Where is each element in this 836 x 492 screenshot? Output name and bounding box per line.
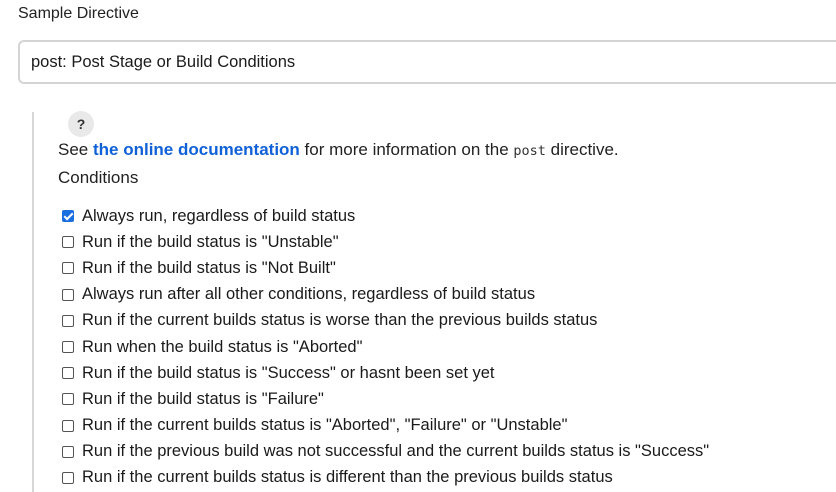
condition-checkbox[interactable] (62, 210, 74, 223)
info-prefix: See (58, 140, 93, 159)
condition-label[interactable]: Run if the current builds status is wors… (82, 311, 597, 330)
condition-label[interactable]: Run if the build status is "Success" or … (82, 364, 495, 383)
help-button[interactable]: ? (68, 111, 94, 137)
condition-checkbox[interactable] (62, 471, 74, 484)
condition-item[interactable]: Run if the previous build was not succes… (62, 439, 709, 465)
condition-checkbox[interactable] (62, 445, 74, 458)
condition-label[interactable]: Run if the build status is "Not Built" (82, 259, 336, 278)
condition-checkbox[interactable] (62, 341, 74, 354)
condition-label[interactable]: Run if the previous build was not succes… (82, 442, 709, 461)
condition-label[interactable]: Run if the build status is "Failure" (82, 390, 324, 409)
condition-checkbox[interactable] (62, 393, 74, 406)
condition-label[interactable]: Run if the current builds status is "Abo… (82, 416, 567, 435)
condition-item[interactable]: Run if the build status is "Unstable" (62, 229, 709, 255)
condition-checkbox[interactable] (62, 367, 74, 380)
directive-select-value: post: Post Stage or Build Conditions (31, 53, 296, 71)
condition-item[interactable]: Run when the build status is "Aborted" (62, 334, 709, 360)
condition-checkbox[interactable] (62, 314, 74, 327)
condition-label[interactable]: Run if the build status is "Unstable" (82, 233, 339, 252)
condition-item[interactable]: Run if the build status is "Success" or … (62, 360, 709, 386)
condition-item[interactable]: Run if the current builds status is wors… (62, 308, 709, 334)
documentation-info: See the online documentation for more in… (58, 140, 619, 160)
conditions-label: Conditions (58, 168, 139, 187)
condition-item[interactable]: Run if the build status is "Failure" (62, 386, 709, 412)
condition-checkbox[interactable] (62, 288, 74, 301)
sample-directive-label: Sample Directive (18, 5, 139, 22)
info-middle: for more information on the (299, 140, 514, 159)
info-suffix: directive. (545, 140, 619, 159)
condition-item[interactable]: Always run after all other conditions, r… (62, 282, 709, 308)
condition-label[interactable]: Always run, regardless of build status (82, 207, 355, 226)
condition-checkbox[interactable] (62, 262, 74, 275)
options-panel-border (32, 112, 34, 492)
online-documentation-link[interactable]: the online documentation (93, 140, 300, 159)
condition-item[interactable]: Always run, regardless of build status (62, 203, 709, 229)
condition-checkbox[interactable] (62, 419, 74, 432)
directive-select[interactable]: post: Post Stage or Build Conditions (18, 40, 836, 84)
post-code: post (513, 143, 546, 159)
condition-checkbox[interactable] (62, 236, 74, 249)
condition-label[interactable]: Run when the build status is "Aborted" (82, 338, 362, 357)
condition-item[interactable]: Run if the build status is "Not Built" (62, 255, 709, 281)
condition-item[interactable]: Run if the current builds status is "Abo… (62, 413, 709, 439)
conditions-list: Always run, regardless of build status R… (62, 203, 709, 491)
condition-label[interactable]: Always run after all other conditions, r… (82, 285, 535, 304)
condition-item[interactable]: Run if the current builds status is diff… (62, 465, 709, 491)
condition-label[interactable]: Run if the current builds status is diff… (82, 468, 613, 487)
